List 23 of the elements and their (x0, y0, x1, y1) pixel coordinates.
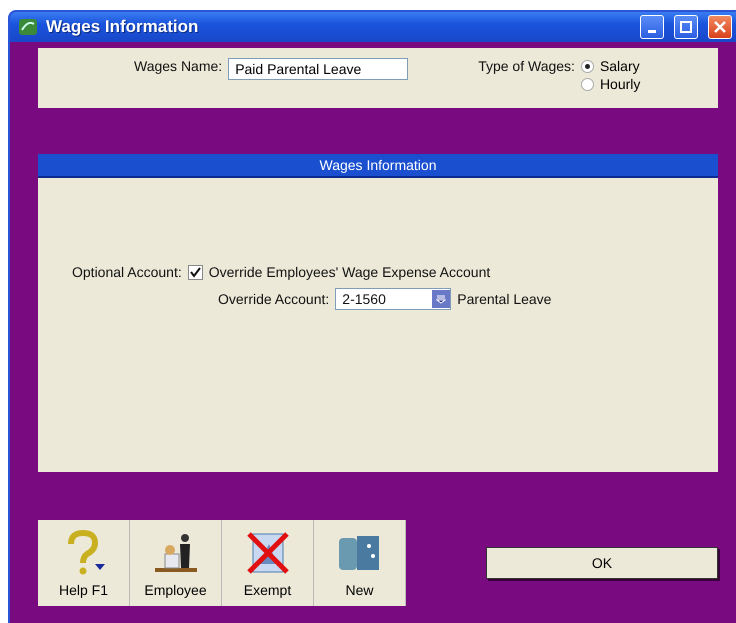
window-title: Wages Information (46, 17, 200, 37)
maximize-icon (680, 21, 692, 33)
close-icon (714, 21, 726, 33)
minimize-button[interactable] (640, 15, 664, 39)
dropdown-icon[interactable] (432, 290, 450, 308)
minimize-icon (648, 30, 656, 32)
radio-button[interactable]: Salary (580, 58, 640, 74)
checkbox-label: Override Employees' Wage Expense Account (208, 264, 490, 280)
maximize-button[interactable] (674, 15, 698, 39)
ok-button[interactable]: OK (486, 547, 718, 579)
field-label: Wages Name: (134, 58, 222, 74)
section-header: Wages Information (38, 154, 718, 178)
field-label: Override Account: (218, 291, 330, 307)
account-field[interactable]: 2-1560 (335, 288, 452, 310)
app-icon (18, 18, 38, 36)
account-name: Parental Leave (457, 291, 552, 307)
wages-name-field[interactable]: Paid Parental Leave (228, 58, 408, 80)
radio-button[interactable]: Hourly (580, 76, 640, 92)
crossed-out-document-icon (244, 530, 290, 576)
field-label: Type of Wages: (478, 58, 575, 76)
field-label: Optional Account: (72, 264, 182, 280)
checkbox[interactable] (188, 264, 203, 280)
close-button[interactable] (708, 15, 732, 39)
